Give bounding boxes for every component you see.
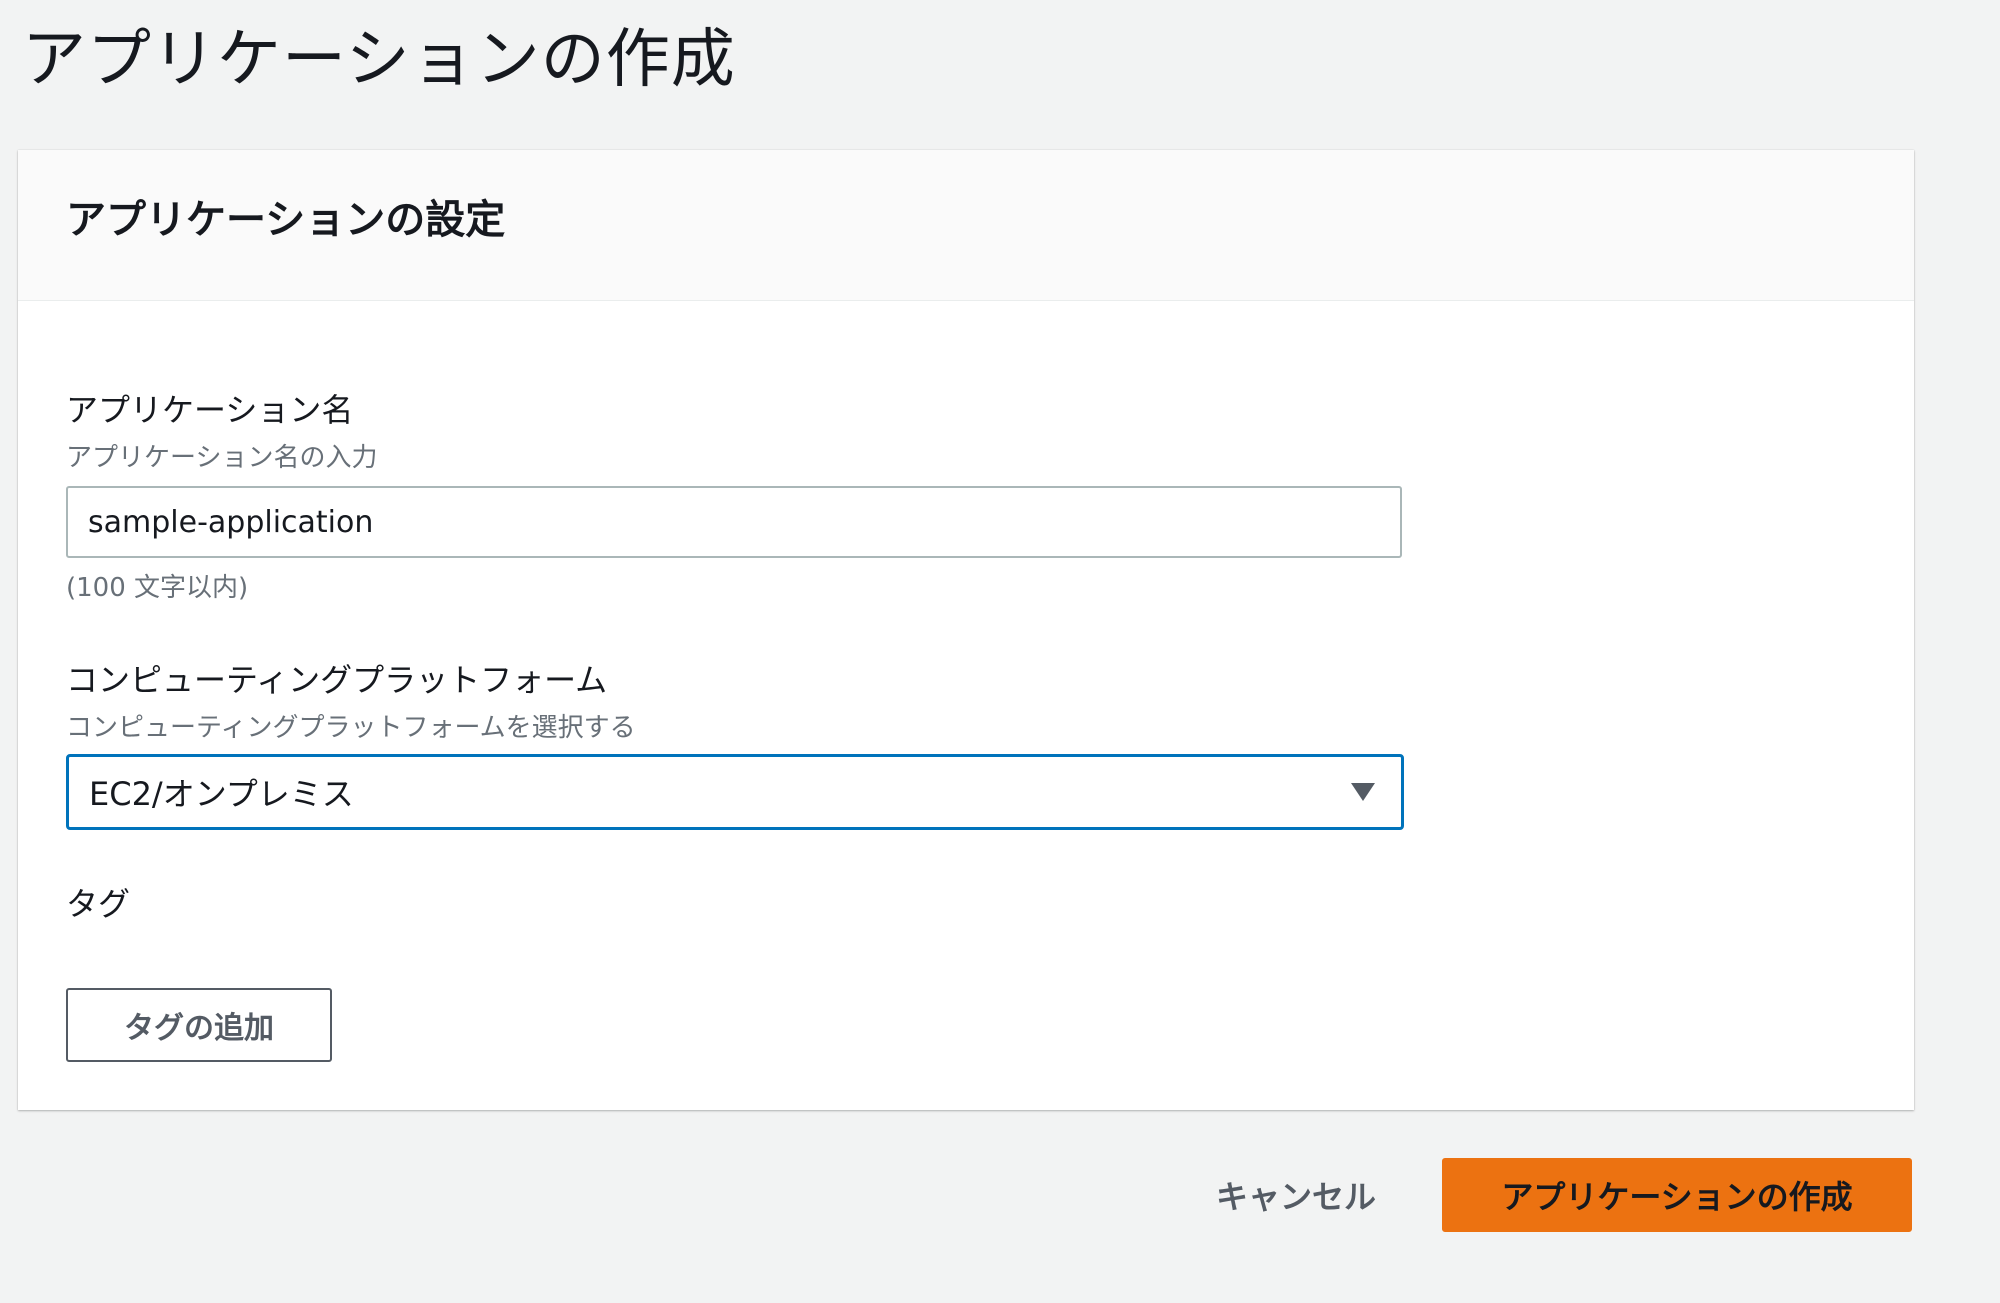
create-application-button[interactable]: アプリケーションの作成 (1442, 1158, 1912, 1232)
tags-label: タグ (66, 885, 131, 923)
page-title: アプリケーションの作成 (22, 23, 736, 97)
panel-header: アプリケーションの設定 (18, 150, 1914, 301)
platform-label: コンピューティングプラットフォーム (66, 661, 608, 699)
app-name-description: アプリケーション名の入力 (66, 443, 378, 473)
app-name-constraint: (100 文字以内) (66, 573, 249, 603)
form-actions: キャンセル アプリケーションの作成 (1180, 1158, 1912, 1232)
app-name-label: アプリケーション名 (66, 391, 354, 429)
platform-description: コンピューティングプラットフォームを選択する (66, 713, 636, 743)
caret-down-icon (1351, 783, 1375, 801)
platform-select-value: EC2/オンプレミス (89, 775, 354, 813)
app-name-input[interactable] (66, 486, 1402, 558)
application-settings-panel: アプリケーションの設定 アプリケーション名 アプリケーション名の入力 (100 … (18, 150, 1914, 1110)
panel-title: アプリケーションの設定 (66, 197, 506, 243)
cancel-button[interactable]: キャンセル (1180, 1158, 1412, 1232)
platform-select[interactable]: EC2/オンプレミス (66, 754, 1404, 830)
add-tag-button[interactable]: タグの追加 (66, 988, 332, 1062)
